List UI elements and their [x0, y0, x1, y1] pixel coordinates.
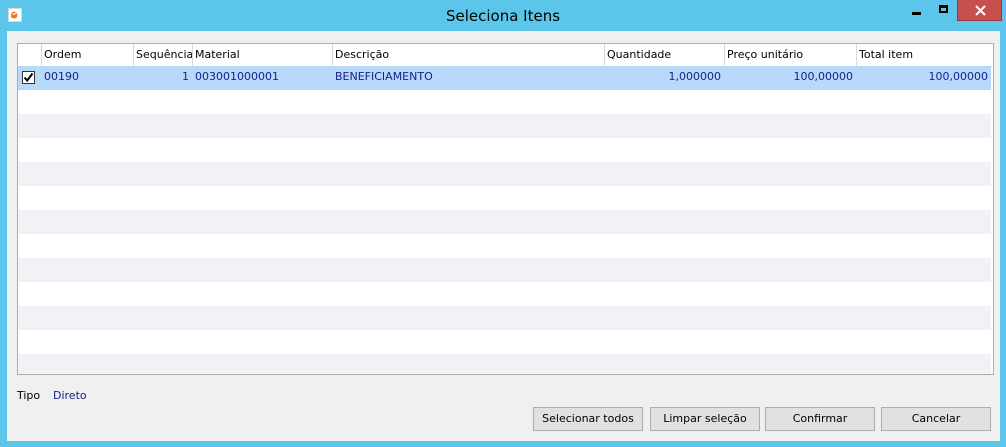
confirm-button[interactable]: Confirmar — [765, 407, 875, 431]
maximize-button[interactable] — [930, 0, 957, 21]
items-grid: Ordem Sequência Material Descrição Quant… — [17, 43, 994, 375]
cell-preco-unitario: 100,00000 — [793, 70, 854, 83]
empty-row — [18, 210, 991, 234]
minimize-button[interactable] — [903, 0, 930, 21]
table-row[interactable]: 00190 1 003001000001 BENEFICIAMENTO 1,00… — [18, 66, 991, 90]
header-total-item[interactable]: Total item — [856, 44, 993, 66]
minimize-icon — [912, 12, 921, 15]
close-button[interactable] — [957, 0, 1002, 21]
title-bar: Seleciona Itens — [0, 0, 1006, 32]
empty-row — [18, 114, 991, 138]
cancel-button[interactable]: Cancelar — [881, 407, 991, 431]
header-material[interactable]: Material — [192, 44, 332, 66]
header-quantidade[interactable]: Quantidade — [604, 44, 724, 66]
empty-row — [18, 330, 991, 354]
clear-selection-button[interactable]: Limpar seleção — [650, 407, 760, 431]
select-all-button[interactable]: Selecionar todos — [533, 407, 643, 431]
header-descricao[interactable]: Descrição — [332, 44, 604, 66]
cell-material: 003001000001 — [195, 70, 279, 83]
header-sequencia[interactable]: Sequência — [133, 44, 193, 66]
cell-descricao: BENEFICIAMENTO — [335, 70, 433, 83]
cell-sequencia: 1 — [182, 70, 189, 83]
header-ordem[interactable]: Ordem — [41, 44, 133, 66]
empty-row — [18, 138, 991, 162]
grid-header: Ordem Sequência Material Descrição Quant… — [18, 44, 993, 67]
empty-row — [18, 90, 991, 114]
header-checkbox-column — [18, 44, 41, 66]
empty-row — [18, 186, 991, 210]
maximize-icon — [939, 5, 948, 13]
empty-row — [18, 234, 991, 258]
dialog-client-area: Ordem Sequência Material Descrição Quant… — [7, 31, 1000, 441]
cell-ordem: 00190 — [44, 70, 79, 83]
empty-row — [18, 258, 991, 282]
empty-row — [18, 282, 991, 306]
tipo-label: Tipo — [17, 389, 41, 402]
tipo-value: Direto — [53, 389, 87, 402]
empty-row — [18, 354, 991, 374]
empty-row — [18, 162, 991, 186]
window-title: Seleciona Itens — [445, 7, 561, 25]
checkmark-icon — [23, 72, 34, 83]
cell-total-item: 100,00000 — [928, 70, 989, 83]
header-preco-unitario[interactable]: Preço unitário — [724, 44, 856, 66]
empty-row — [18, 306, 991, 330]
row-checkbox[interactable] — [22, 71, 35, 84]
close-icon — [975, 5, 986, 16]
cell-quantidade: 1,000000 — [668, 70, 722, 83]
